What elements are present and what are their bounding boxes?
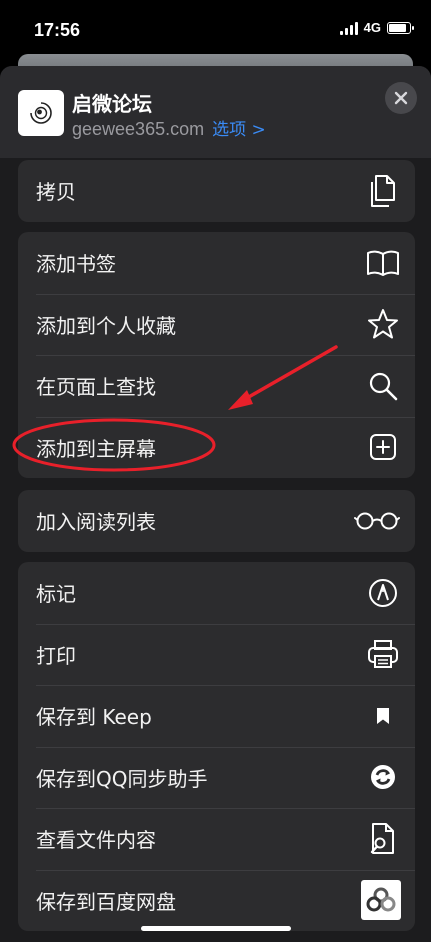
action-print[interactable]: 打印 — [18, 623, 415, 686]
action-label: 在页面上查找 — [36, 375, 156, 400]
action-add-to-home-screen[interactable]: 添加到主屏幕 — [18, 416, 415, 479]
star-icon — [365, 306, 401, 342]
action-add-reading-list[interactable]: 加入阅读列表 — [18, 490, 415, 552]
site-favicon — [18, 90, 64, 136]
status-time: 17:56 — [34, 20, 81, 40]
action-group-page: 添加书签 添加到个人收藏 在页面上查找 添加到主屏幕 — [18, 232, 415, 478]
close-button[interactable] — [385, 82, 417, 114]
action-find-on-page[interactable]: 在页面上查找 — [18, 355, 415, 417]
bookmark-icon — [365, 698, 401, 734]
action-group-reading: 加入阅读列表 — [18, 490, 415, 552]
baidu-netdisk-icon — [361, 880, 401, 921]
action-group-copy: 拷贝 — [18, 160, 415, 222]
signal-icon — [339, 21, 358, 35]
share-sheet-header: 启微论坛 geewee365.com 选项 > — [0, 66, 431, 158]
status-bar: 17:56 4G — [0, 0, 431, 60]
printer-icon — [365, 636, 401, 672]
action-label: 加入阅读列表 — [36, 510, 156, 535]
forum-logo-icon — [30, 102, 52, 124]
action-label: 拷贝 — [36, 180, 76, 205]
site-subtitle: geewee365.com 选项 > — [72, 115, 266, 140]
action-add-bookmark[interactable]: 添加书签 — [18, 232, 415, 294]
action-group-extensions: 标记 打印 保存到 Keep 保存到QQ同步助手 查看文件内容 保存到百度网盘 — [18, 562, 415, 931]
action-label: 保存到百度网盘 — [36, 889, 176, 914]
copy-icon — [365, 173, 401, 209]
action-label: 添加到主屏幕 — [36, 436, 156, 461]
action-save-to-baidu-netdisk[interactable]: 保存到百度网盘 — [18, 869, 415, 932]
action-label: 添加到个人收藏 — [36, 313, 176, 338]
home-indicator[interactable] — [141, 926, 291, 931]
close-icon — [394, 91, 408, 105]
book-icon — [365, 245, 401, 281]
sync-icon — [365, 759, 401, 795]
file-search-icon — [365, 821, 401, 857]
action-label: 查看文件内容 — [36, 828, 156, 853]
action-save-to-keep[interactable]: 保存到 Keep — [18, 685, 415, 747]
markup-icon — [365, 575, 401, 611]
add-square-icon — [365, 429, 401, 465]
action-view-file-contents[interactable]: 查看文件内容 — [18, 808, 415, 870]
battery-icon — [387, 21, 414, 34]
status-indicators: 4G — [339, 20, 414, 35]
action-copy[interactable]: 拷贝 — [18, 160, 415, 222]
action-label: 添加书签 — [36, 252, 116, 277]
action-save-to-qq-sync[interactable]: 保存到QQ同步助手 — [18, 746, 415, 809]
action-add-favorites[interactable]: 添加到个人收藏 — [18, 293, 415, 356]
search-icon — [365, 368, 401, 404]
action-label: 保存到 Keep — [36, 705, 152, 730]
site-title: 启微论坛 — [72, 92, 152, 116]
site-domain: geewee365.com — [72, 119, 205, 139]
options-link[interactable]: 选项 > — [212, 120, 266, 140]
glasses-icon — [353, 503, 401, 539]
action-markup[interactable]: 标记 — [18, 562, 415, 624]
action-label: 打印 — [36, 643, 76, 668]
action-label: 保存到QQ同步助手 — [36, 766, 208, 791]
action-label: 标记 — [36, 582, 76, 607]
network-type: 4G — [363, 20, 381, 35]
